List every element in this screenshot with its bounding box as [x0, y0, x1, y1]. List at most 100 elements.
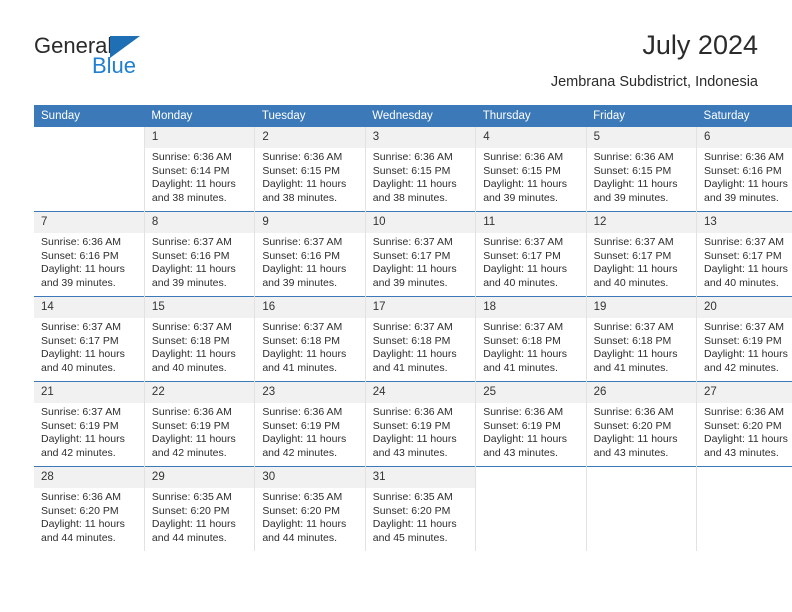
day-cell[interactable]: 5 Sunrise: 6:36 AM Sunset: 6:15 PM Dayli… — [585, 127, 698, 212]
sunset-text: Sunset: 6:19 PM — [41, 419, 119, 432]
daylight-text-line1: Daylight: 11 hours — [151, 518, 236, 531]
day-number: 30 — [255, 467, 365, 488]
day-number: 13 — [697, 212, 792, 233]
day-cell[interactable]: 26 Sunrise: 6:36 AM Sunset: 6:20 PM Dayl… — [585, 381, 698, 467]
daylight-text-line1: Daylight: 11 hours — [262, 263, 347, 276]
day-cell[interactable]: 16 Sunrise: 6:37 AM Sunset: 6:18 PM Dayl… — [254, 296, 366, 382]
general-blue-logo[interactable]: General Blue — [34, 34, 254, 90]
day-cell[interactable]: 19 Sunrise: 6:37 AM Sunset: 6:18 PM Dayl… — [585, 296, 698, 382]
day-cell[interactable]: 23 Sunrise: 6:36 AM Sunset: 6:19 PM Dayl… — [254, 381, 366, 467]
daylight-text-line1: Daylight: 11 hours — [262, 518, 347, 531]
sunset-text: Sunset: 6:20 PM — [151, 504, 230, 517]
daylight-text-line2: and 39 minutes. — [262, 276, 338, 289]
day-cell[interactable]: 31 Sunrise: 6:35 AM Sunset: 6:20 PM Dayl… — [364, 466, 477, 551]
day-number — [34, 127, 144, 148]
sunset-text: Sunset: 6:20 PM — [262, 504, 340, 517]
day-cell — [696, 466, 792, 551]
day-cell[interactable]: 13 Sunrise: 6:37 AM Sunset: 6:17 PM Dayl… — [696, 211, 792, 297]
day-cell[interactable]: 8 Sunrise: 6:37 AM Sunset: 6:16 PM Dayli… — [143, 211, 256, 297]
day-cell[interactable]: 30 Sunrise: 6:35 AM Sunset: 6:20 PM Dayl… — [254, 466, 366, 551]
calendar-week-row: 28 Sunrise: 6:36 AM Sunset: 6:20 PM Dayl… — [34, 466, 792, 551]
daylight-text-line1: Daylight: 11 hours — [262, 348, 347, 361]
daylight-text-line1: Daylight: 11 hours — [483, 433, 568, 446]
day-cell[interactable]: 18 Sunrise: 6:37 AM Sunset: 6:18 PM Dayl… — [475, 296, 587, 382]
page-subtitle: Jembrana Subdistrict, Indonesia — [550, 74, 758, 90]
daylight-text-line2: and 45 minutes. — [372, 531, 448, 544]
day-cell[interactable]: 15 Sunrise: 6:37 AM Sunset: 6:18 PM Dayl… — [143, 296, 256, 382]
sunrise-text: Sunrise: 6:36 AM — [704, 151, 784, 163]
daylight-text-line1: Daylight: 11 hours — [372, 178, 457, 191]
day-cell[interactable]: 1 Sunrise: 6:36 AM Sunset: 6:14 PM Dayli… — [143, 127, 256, 212]
day-number: 31 — [365, 467, 476, 488]
day-cell[interactable]: 12 Sunrise: 6:37 AM Sunset: 6:17 PM Dayl… — [585, 211, 698, 297]
day-number — [697, 467, 792, 488]
weekday-header-tuesday: Tuesday — [254, 105, 366, 127]
sunset-text: Sunset: 6:20 PM — [372, 504, 451, 517]
day-cell[interactable]: 21 Sunrise: 6:37 AM Sunset: 6:19 PM Dayl… — [34, 381, 145, 467]
day-number: 18 — [476, 297, 586, 318]
day-cell — [34, 127, 145, 212]
day-info: Sunrise: 6:37 AM Sunset: 6:16 PM Dayligh… — [255, 233, 364, 290]
day-cell[interactable]: 27 Sunrise: 6:36 AM Sunset: 6:20 PM Dayl… — [696, 381, 792, 467]
day-cell[interactable]: 29 Sunrise: 6:35 AM Sunset: 6:20 PM Dayl… — [143, 466, 256, 551]
day-number — [586, 467, 697, 488]
day-info: Sunrise: 6:36 AM Sunset: 6:15 PM Dayligh… — [476, 148, 585, 205]
daylight-text-line2: and 38 minutes. — [151, 191, 227, 204]
daylight-text-line1: Daylight: 11 hours — [151, 178, 236, 191]
sunrise-text: Sunrise: 6:35 AM — [151, 491, 232, 503]
day-cell[interactable]: 20 Sunrise: 6:37 AM Sunset: 6:19 PM Dayl… — [696, 296, 792, 382]
day-info: Sunrise: 6:37 AM Sunset: 6:17 PM Dayligh… — [34, 318, 144, 375]
day-cell[interactable]: 9 Sunrise: 6:37 AM Sunset: 6:16 PM Dayli… — [254, 211, 366, 297]
day-number: 6 — [697, 127, 792, 148]
sunset-text: Sunset: 6:16 PM — [704, 164, 782, 177]
sunset-text: Sunset: 6:20 PM — [41, 504, 119, 517]
day-info: Sunrise: 6:37 AM Sunset: 6:18 PM Dayligh… — [476, 318, 585, 375]
sunset-text: Sunset: 6:19 PM — [483, 419, 561, 432]
daylight-text-line1: Daylight: 11 hours — [41, 263, 125, 276]
sunrise-text: Sunrise: 6:36 AM — [593, 151, 674, 163]
day-cell[interactable]: 22 Sunrise: 6:36 AM Sunset: 6:19 PM Dayl… — [143, 381, 256, 467]
day-info: Sunrise: 6:36 AM Sunset: 6:20 PM Dayligh… — [697, 403, 792, 460]
day-cell[interactable]: 17 Sunrise: 6:37 AM Sunset: 6:18 PM Dayl… — [364, 296, 477, 382]
day-cell[interactable]: 25 Sunrise: 6:36 AM Sunset: 6:19 PM Dayl… — [475, 381, 587, 467]
daylight-text-line2: and 41 minutes. — [372, 361, 448, 374]
sunset-text: Sunset: 6:15 PM — [483, 164, 561, 177]
day-info: Sunrise: 6:37 AM Sunset: 6:17 PM Dayligh… — [697, 233, 792, 290]
daylight-text-line2: and 39 minutes. — [41, 276, 116, 289]
day-cell[interactable]: 7 Sunrise: 6:36 AM Sunset: 6:16 PM Dayli… — [34, 211, 145, 297]
day-cell[interactable]: 28 Sunrise: 6:36 AM Sunset: 6:20 PM Dayl… — [34, 466, 145, 551]
sunrise-text: Sunrise: 6:36 AM — [41, 236, 121, 248]
daylight-text-line1: Daylight: 11 hours — [372, 518, 457, 531]
sunrise-text: Sunrise: 6:37 AM — [151, 321, 232, 333]
daylight-text-line1: Daylight: 11 hours — [483, 263, 568, 276]
calendar-grid: Sunday Monday Tuesday Wednesday Thursday… — [34, 105, 792, 551]
day-cell[interactable]: 10 Sunrise: 6:37 AM Sunset: 6:17 PM Dayl… — [364, 211, 477, 297]
day-cell[interactable]: 24 Sunrise: 6:36 AM Sunset: 6:19 PM Dayl… — [364, 381, 477, 467]
day-cell[interactable]: 14 Sunrise: 6:37 AM Sunset: 6:17 PM Dayl… — [34, 296, 145, 382]
day-cell[interactable]: 6 Sunrise: 6:36 AM Sunset: 6:16 PM Dayli… — [696, 127, 792, 212]
sunset-text: Sunset: 6:18 PM — [262, 334, 340, 347]
sunset-text: Sunset: 6:18 PM — [483, 334, 561, 347]
day-cell[interactable]: 11 Sunrise: 6:37 AM Sunset: 6:17 PM Dayl… — [475, 211, 587, 297]
sunrise-text: Sunrise: 6:37 AM — [372, 236, 453, 248]
sunrise-text: Sunrise: 6:37 AM — [41, 406, 121, 418]
daylight-text-line2: and 39 minutes. — [593, 191, 669, 204]
day-cell[interactable]: 2 Sunrise: 6:36 AM Sunset: 6:15 PM Dayli… — [254, 127, 366, 212]
sunset-text: Sunset: 6:18 PM — [151, 334, 230, 347]
daylight-text-line1: Daylight: 11 hours — [151, 348, 236, 361]
daylight-text-line2: and 41 minutes. — [262, 361, 338, 374]
day-cell[interactable]: 3 Sunrise: 6:36 AM Sunset: 6:15 PM Dayli… — [364, 127, 477, 212]
sunset-text: Sunset: 6:19 PM — [262, 419, 340, 432]
daylight-text-line1: Daylight: 11 hours — [704, 263, 788, 276]
daylight-text-line2: and 41 minutes. — [483, 361, 558, 374]
day-number: 28 — [34, 467, 144, 488]
day-info: Sunrise: 6:37 AM Sunset: 6:18 PM Dayligh… — [145, 318, 254, 375]
day-cell[interactable]: 4 Sunrise: 6:36 AM Sunset: 6:15 PM Dayli… — [475, 127, 587, 212]
day-number: 11 — [476, 212, 586, 233]
day-number: 12 — [586, 212, 697, 233]
daylight-text-line1: Daylight: 11 hours — [41, 433, 125, 446]
day-number — [476, 467, 586, 488]
day-info — [34, 148, 144, 151]
sunrise-text: Sunrise: 6:37 AM — [704, 236, 784, 248]
sunset-text: Sunset: 6:17 PM — [372, 249, 451, 262]
